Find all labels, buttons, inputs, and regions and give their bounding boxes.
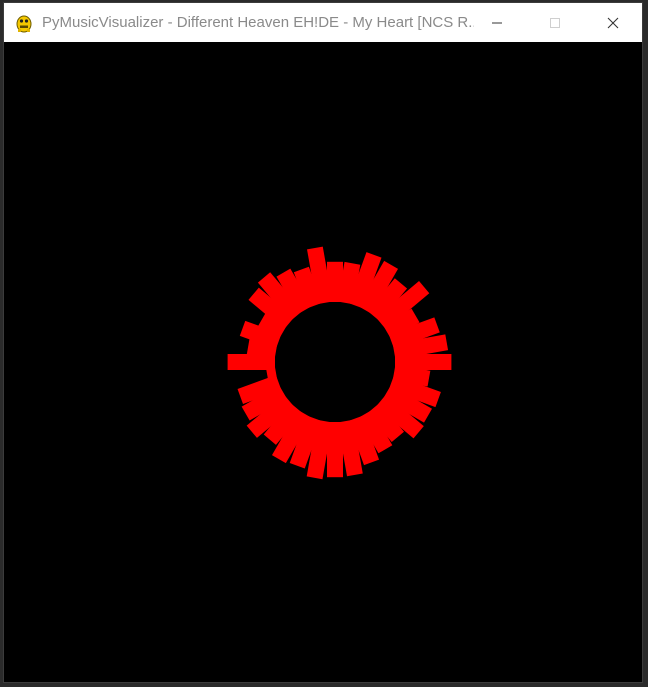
title-bar[interactable]: PyMusicVisualizer - Different Heaven EH!… bbox=[4, 3, 642, 42]
minimize-button[interactable] bbox=[468, 3, 526, 42]
circular-spectrum bbox=[227, 246, 452, 480]
close-button[interactable] bbox=[584, 3, 642, 42]
visualizer-canvas[interactable] bbox=[4, 42, 642, 682]
window-title: PyMusicVisualizer - Different Heaven EH!… bbox=[42, 14, 474, 31]
window-controls bbox=[468, 3, 642, 42]
pygame-snake-icon bbox=[16, 15, 32, 32]
minimize-icon bbox=[492, 22, 502, 23]
maximize-icon bbox=[550, 17, 560, 28]
maximize-button[interactable] bbox=[526, 3, 584, 42]
app-window: PyMusicVisualizer - Different Heaven EH!… bbox=[3, 2, 643, 683]
close-icon bbox=[607, 17, 619, 28]
